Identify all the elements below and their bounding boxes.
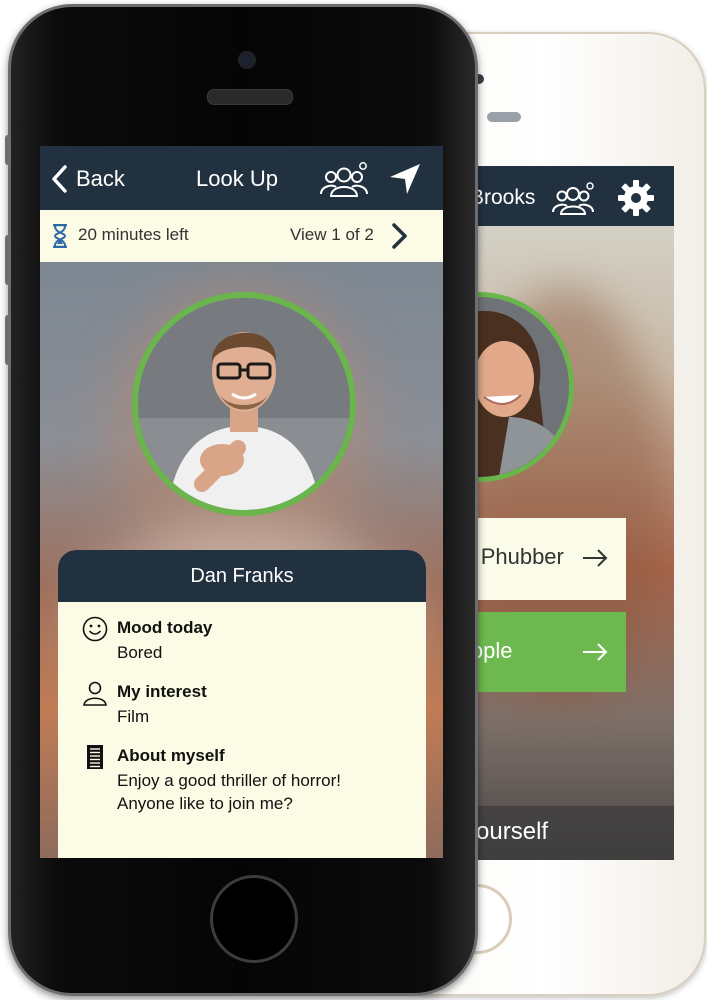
front-camera xyxy=(238,51,256,69)
profile-card: Dan Franks Mood today Bored My interest … xyxy=(58,550,426,858)
people-group-icon[interactable] xyxy=(552,182,594,216)
chevron-right-icon[interactable] xyxy=(390,222,410,250)
person-outline-icon xyxy=(83,681,107,706)
profile-card-header: Dan Franks xyxy=(58,550,426,602)
home-button[interactable] xyxy=(210,875,298,963)
back-phone-title: Brooks xyxy=(470,186,536,209)
mood-label: Mood today xyxy=(117,618,213,637)
earpiece-speaker xyxy=(207,89,293,105)
gear-icon[interactable] xyxy=(616,178,656,218)
chevron-left-icon xyxy=(52,165,67,193)
about-line-2: Anyone like to join me? xyxy=(117,794,293,813)
navigation-arrow-icon[interactable] xyxy=(388,162,422,196)
view-count: View 1 of 2 xyxy=(290,225,374,244)
back-button[interactable]: Back xyxy=(50,164,125,194)
time-left: 20 minutes left xyxy=(78,225,189,244)
profile-photo xyxy=(132,292,356,516)
volume-down-button xyxy=(5,315,11,365)
smiley-icon xyxy=(82,616,108,642)
profile-name: Dan Franks xyxy=(190,565,294,587)
people-group-icon[interactable] xyxy=(320,162,368,198)
notes-icon xyxy=(87,745,103,769)
about-line-1: Enjoy a good thriller of horror! xyxy=(117,771,341,790)
mood-value: Bored xyxy=(117,643,163,662)
back-phone-screen: Brooks e a Phubber People s Yourself xyxy=(444,166,674,860)
back-label: Back xyxy=(76,166,125,191)
front-phone-screen: Back Look Up 20 minutes left View 1 of 2 xyxy=(40,146,443,858)
back-phone-speaker xyxy=(487,112,521,122)
info-bar: 20 minutes left View 1 of 2 xyxy=(40,210,443,262)
arrow-right-icon xyxy=(583,549,608,567)
back-phone-header: Brooks xyxy=(444,166,674,226)
interest-label: My interest xyxy=(117,682,207,701)
back-phone-footer[interactable]: s Yourself xyxy=(444,806,674,860)
hourglass-icon xyxy=(53,224,67,248)
arrow-right-icon xyxy=(583,643,608,661)
man-photo xyxy=(138,298,350,510)
mute-switch xyxy=(5,135,11,165)
nav-bar: Back Look Up xyxy=(40,146,443,210)
page-title: Look Up xyxy=(196,166,278,191)
volume-up-button xyxy=(5,235,11,285)
about-label: About myself xyxy=(117,746,225,765)
interest-value: Film xyxy=(117,707,150,726)
